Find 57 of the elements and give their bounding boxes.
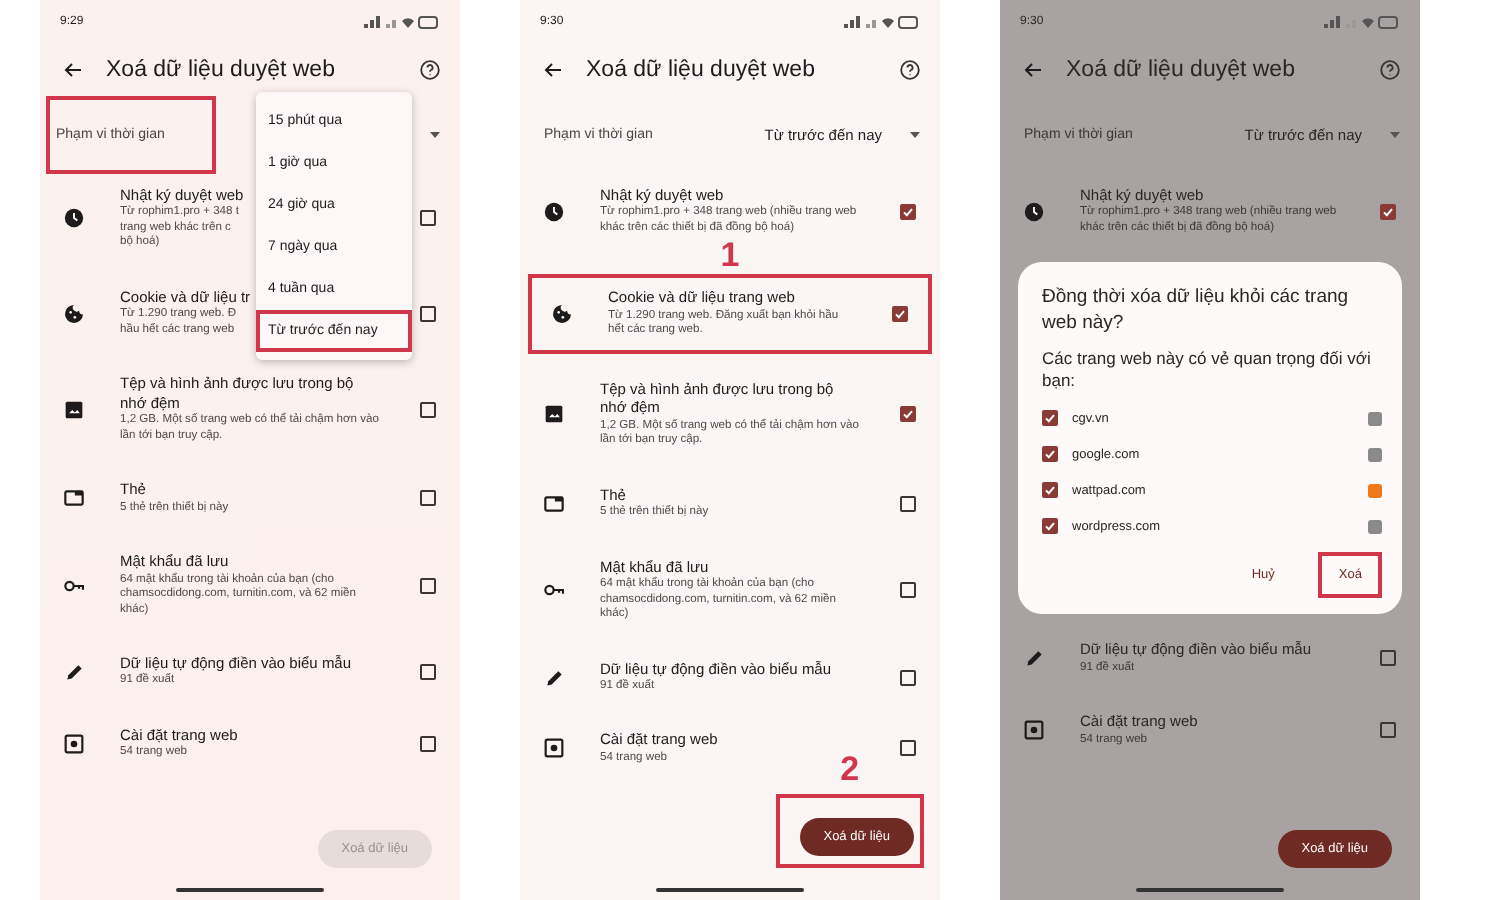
dialog-subtitle: Các trang web này có vẻ quan trọng đối với bạn: [1042,348,1373,393]
key-icon [64,575,84,596]
checkbox[interactable] [420,210,436,227]
cookie-icon [552,304,572,325]
key-icon [544,580,564,601]
back-arrow-icon[interactable] [64,62,82,78]
status-icons-drawing [844,15,920,29]
checkbox[interactable] [420,664,436,681]
dialog-title: Đồng thời xóa dữ liệu khỏi các trang web này? [1042,286,1351,337]
back-arrow-icon[interactable] [544,62,562,78]
dropdown-caret-icon[interactable] [430,131,440,137]
dropdown-caret-icon[interactable] [910,131,920,137]
checkbox[interactable] [1042,518,1058,535]
pencil-icon [64,662,84,683]
checkbox[interactable] [900,495,916,512]
checkbox[interactable] [900,406,916,423]
checkbox[interactable] [900,740,916,757]
pencil-icon [544,667,564,688]
help-icon[interactable] [420,60,440,80]
status-icons-drawing [364,15,440,29]
checkbox[interactable] [1380,203,1396,220]
step-number: 1 [720,238,740,273]
status-icons-drawing [1324,15,1400,29]
help-icon[interactable] [900,60,920,80]
settings-icon [64,733,84,754]
settings-icon [544,738,564,759]
page-title: Xoá dữ liệu duyệt web [586,58,817,82]
settings-icon [1024,720,1044,741]
checkbox[interactable] [420,305,436,322]
pencil-icon [1024,648,1044,669]
image-icon [544,404,564,425]
cookie-icon [64,303,84,324]
clock-icon [1024,201,1044,222]
checkbox[interactable] [1042,482,1058,499]
checkbox[interactable] [900,203,916,220]
checkbox[interactable] [420,577,436,594]
checkbox[interactable] [1042,446,1058,463]
checkbox[interactable] [1380,650,1396,667]
dropdown-caret-icon[interactable] [1390,131,1400,137]
tab-icon [544,493,564,514]
image-icon [64,399,84,420]
checkbox[interactable] [1042,410,1058,427]
clock-icon [544,201,564,222]
step-number: 2 [840,752,860,786]
checkbox[interactable] [892,306,908,323]
back-arrow-icon[interactable] [1024,62,1042,78]
page-title: Xoá dữ liệu duyệt web [106,58,337,82]
checkbox[interactable] [420,490,436,507]
checkbox[interactable] [1380,722,1396,739]
checkbox[interactable] [420,401,436,418]
help-icon[interactable] [1380,60,1400,80]
tab-icon [64,488,84,509]
checkbox[interactable] [900,669,916,686]
page-title: Xoá dữ liệu duyệt web [1066,58,1297,82]
clock-icon [64,208,84,229]
checkbox[interactable] [420,735,436,752]
checkbox[interactable] [900,582,916,599]
